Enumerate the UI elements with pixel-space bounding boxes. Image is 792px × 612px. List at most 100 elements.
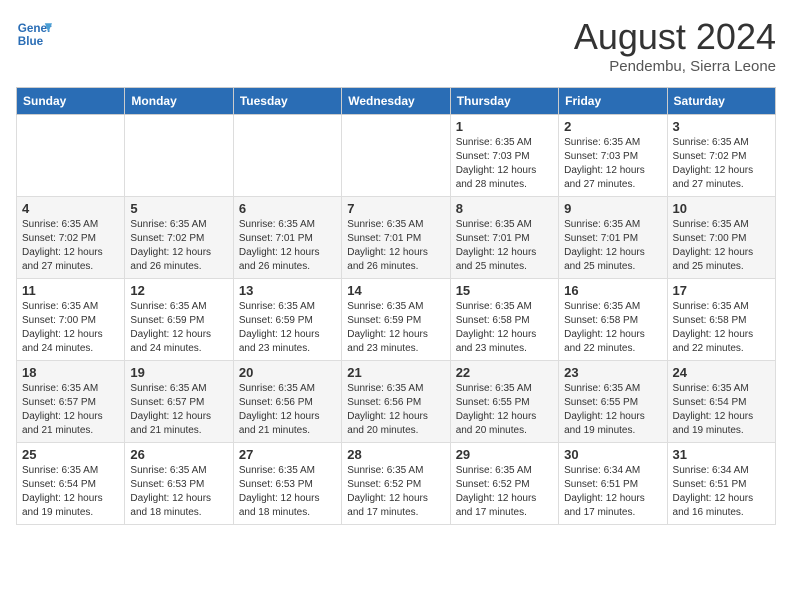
day-number: 21 (347, 365, 444, 380)
day-info: Sunrise: 6:35 AMSunset: 7:02 PMDaylight:… (673, 136, 770, 192)
calendar-week-5: 25 Sunrise: 6:35 AMSunset: 6:54 PMDayligh… (17, 443, 776, 525)
day-info: Sunrise: 6:35 AMSunset: 6:58 PMDaylight:… (673, 300, 770, 356)
calendar-week-3: 11 Sunrise: 6:35 AMSunset: 7:00 PMDayligh… (17, 279, 776, 361)
logo-icon: General Blue (16, 16, 52, 52)
calendar-cell: 12 Sunrise: 6:35 AMSunset: 6:59 PMDayligh… (125, 279, 233, 361)
month-title: August 2024 (574, 16, 776, 58)
calendar-cell: 27Sunrise: 6:35 AMSunset: 6:53 PMDayligh… (233, 443, 341, 525)
calendar-cell: 21 Sunrise: 6:35 AMSunset: 6:56 PMDayligh… (342, 361, 450, 443)
location-subtitle: Pendembu, Sierra Leone (574, 58, 776, 75)
calendar-cell: 2 Sunrise: 6:35 AMSunset: 7:03 PMDaylight… (559, 115, 667, 197)
day-number: 14 (347, 283, 444, 298)
day-of-week-tuesday: Tuesday (233, 88, 341, 115)
day-number: 6 (239, 201, 336, 216)
day-info: Sunrise: 6:34 AMSunset: 6:51 PMDaylight:… (673, 464, 770, 520)
calendar-cell: 29 Sunrise: 6:35 AMSunset: 6:52 PMDayligh… (450, 443, 558, 525)
calendar-cell: 7 Sunrise: 6:35 AMSunset: 7:01 PMDaylight… (342, 197, 450, 279)
day-info: Sunrise: 6:34 AMSunset: 6:51 PMDaylight:… (564, 464, 661, 520)
calendar-cell: 20Sunrise: 6:35 AMSunset: 6:56 PMDayligh… (233, 361, 341, 443)
day-info: Sunrise: 6:35 AMSunset: 7:01 PMDaylight:… (347, 218, 444, 274)
day-number: 30 (564, 447, 661, 462)
day-info: Sunrise: 6:35 AMSunset: 6:54 PMDaylight:… (673, 382, 770, 438)
svg-text:Blue: Blue (18, 35, 44, 48)
day-info: Sunrise: 6:35 AMSunset: 7:01 PMDaylight:… (456, 218, 553, 274)
day-number: 10 (673, 201, 770, 216)
day-number: 9 (564, 201, 661, 216)
calendar-cell: 31 Sunrise: 6:34 AMSunset: 6:51 PMDayligh… (667, 443, 775, 525)
calendar-cell: 15 Sunrise: 6:35 AMSunset: 6:58 PMDayligh… (450, 279, 558, 361)
calendar-cell: 24Sunrise: 6:35 AMSunset: 6:54 PMDayligh… (667, 361, 775, 443)
day-info: Sunrise: 6:35 AMSunset: 6:52 PMDaylight:… (347, 464, 444, 520)
day-info: Sunrise: 6:35 AMSunset: 6:57 PMDaylight:… (22, 382, 119, 438)
day-info: Sunrise: 6:35 AMSunset: 7:03 PMDaylight:… (456, 136, 553, 192)
day-number: 26 (130, 447, 227, 462)
day-info: Sunrise: 6:35 AMSunset: 6:55 PMDaylight:… (456, 382, 553, 438)
day-info: Sunrise: 6:35 AMSunset: 6:57 PMDaylight:… (130, 382, 227, 438)
calendar-cell: 11 Sunrise: 6:35 AMSunset: 7:00 PMDayligh… (17, 279, 125, 361)
day-number: 19 (130, 365, 227, 380)
day-of-week-wednesday: Wednesday (342, 88, 450, 115)
calendar-cell (125, 115, 233, 197)
day-of-week-sunday: Sunday (17, 88, 125, 115)
day-number: 1 (456, 119, 553, 134)
calendar-cell (342, 115, 450, 197)
calendar-cell: 10 Sunrise: 6:35 AMSunset: 7:00 PMDayligh… (667, 197, 775, 279)
calendar-cell: 8 Sunrise: 6:35 AMSunset: 7:01 PMDaylight… (450, 197, 558, 279)
day-number: 5 (130, 201, 227, 216)
calendar-cell: 6 Sunrise: 6:35 AMSunset: 7:01 PMDaylight… (233, 197, 341, 279)
day-of-week-saturday: Saturday (667, 88, 775, 115)
calendar-cell: 23Sunrise: 6:35 AMSunset: 6:55 PMDayligh… (559, 361, 667, 443)
day-info: Sunrise: 6:35 AMSunset: 6:58 PMDaylight:… (456, 300, 553, 356)
day-number: 31 (673, 447, 770, 462)
calendar-header: General Blue August 2024 Pendembu, Sierr… (16, 16, 776, 75)
day-info: Sunrise: 6:35 AMSunset: 7:00 PMDaylight:… (673, 218, 770, 274)
day-number: 15 (456, 283, 553, 298)
calendar-cell (233, 115, 341, 197)
calendar-cell: 14Sunrise: 6:35 AMSunset: 6:59 PMDayligh… (342, 279, 450, 361)
calendar-cell: 19 Sunrise: 6:35 AMSunset: 6:57 PMDayligh… (125, 361, 233, 443)
day-info: Sunrise: 6:35 AMSunset: 6:56 PMDaylight:… (239, 382, 336, 438)
calendar-cell: 28 Sunrise: 6:35 AMSunset: 6:52 PMDayligh… (342, 443, 450, 525)
calendar-cell: 22Sunrise: 6:35 AMSunset: 6:55 PMDayligh… (450, 361, 558, 443)
calendar-cell (17, 115, 125, 197)
day-number: 4 (22, 201, 119, 216)
day-of-week-friday: Friday (559, 88, 667, 115)
calendar-cell: 1 Sunrise: 6:35 AMSunset: 7:03 PMDaylight… (450, 115, 558, 197)
day-number: 13 (239, 283, 336, 298)
day-info: Sunrise: 6:35 AMSunset: 6:59 PMDaylight:… (239, 300, 336, 356)
day-number: 2 (564, 119, 661, 134)
day-number: 3 (673, 119, 770, 134)
calendar-week-1: 1 Sunrise: 6:35 AMSunset: 7:03 PMDaylight… (17, 115, 776, 197)
day-number: 16 (564, 283, 661, 298)
day-number: 25 (22, 447, 119, 462)
day-number: 17 (673, 283, 770, 298)
day-info: Sunrise: 6:35 AMSunset: 7:01 PMDaylight:… (239, 218, 336, 274)
day-info: Sunrise: 6:35 AMSunset: 6:52 PMDaylight:… (456, 464, 553, 520)
day-info: Sunrise: 6:35 AMSunset: 7:00 PMDaylight:… (22, 300, 119, 356)
day-info: Sunrise: 6:35 AMSunset: 6:54 PMDaylight:… (22, 464, 119, 520)
calendar-cell: 17 Sunrise: 6:35 AMSunset: 6:58 PMDayligh… (667, 279, 775, 361)
day-number: 11 (22, 283, 119, 298)
day-of-week-monday: Monday (125, 88, 233, 115)
calendar-week-2: 4 Sunrise: 6:35 AMSunset: 7:02 PMDaylight… (17, 197, 776, 279)
day-number: 7 (347, 201, 444, 216)
day-info: Sunrise: 6:35 AMSunset: 6:56 PMDaylight:… (347, 382, 444, 438)
day-number: 12 (130, 283, 227, 298)
day-info: Sunrise: 6:35 AMSunset: 6:53 PMDaylight:… (130, 464, 227, 520)
calendar-header-row: SundayMondayTuesdayWednesdayThursdayFrid… (17, 88, 776, 115)
day-info: Sunrise: 6:35 AMSunset: 7:02 PMDaylight:… (130, 218, 227, 274)
calendar-cell: 30 Sunrise: 6:34 AMSunset: 6:51 PMDayligh… (559, 443, 667, 525)
day-number: 23 (564, 365, 661, 380)
calendar-cell: 18Sunrise: 6:35 AMSunset: 6:57 PMDayligh… (17, 361, 125, 443)
calendar-table: SundayMondayTuesdayWednesdayThursdayFrid… (16, 87, 776, 525)
calendar-week-4: 18Sunrise: 6:35 AMSunset: 6:57 PMDayligh… (17, 361, 776, 443)
day-info: Sunrise: 6:35 AMSunset: 7:03 PMDaylight:… (564, 136, 661, 192)
calendar-cell: 16Sunrise: 6:35 AMSunset: 6:58 PMDayligh… (559, 279, 667, 361)
calendar-cell: 4Sunrise: 6:35 AMSunset: 7:02 PMDaylight… (17, 197, 125, 279)
day-info: Sunrise: 6:35 AMSunset: 7:01 PMDaylight:… (564, 218, 661, 274)
day-number: 28 (347, 447, 444, 462)
day-number: 8 (456, 201, 553, 216)
day-number: 29 (456, 447, 553, 462)
day-info: Sunrise: 6:35 AMSunset: 6:59 PMDaylight:… (130, 300, 227, 356)
calendar-cell: 5 Sunrise: 6:35 AMSunset: 7:02 PMDaylight… (125, 197, 233, 279)
